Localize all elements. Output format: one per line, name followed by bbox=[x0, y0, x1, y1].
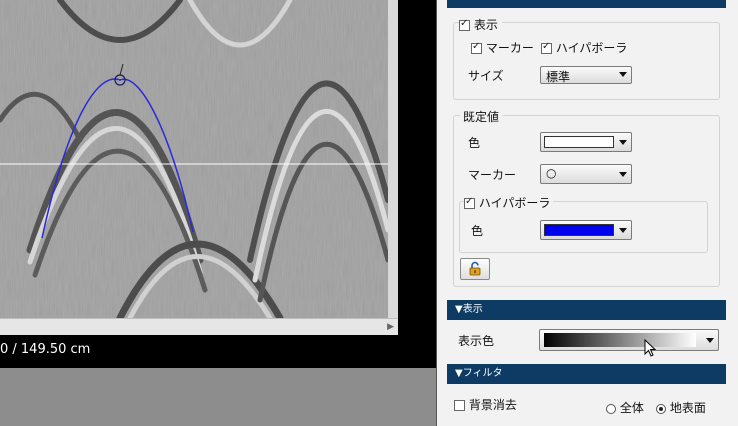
radio-ground[interactable] bbox=[656, 403, 666, 414]
status-area bbox=[0, 368, 436, 426]
horizontal-scrollbar[interactable]: ▶ bbox=[0, 318, 398, 335]
display-label: 表示 bbox=[473, 18, 498, 32]
color-swatch bbox=[544, 136, 614, 148]
radio-all-label: 全体 bbox=[619, 401, 644, 415]
chevron-down-icon bbox=[706, 338, 714, 343]
filter-section-header[interactable]: ▼フィルタ bbox=[447, 364, 726, 384]
chevron-down-icon bbox=[619, 172, 627, 177]
display-group bbox=[453, 22, 720, 100]
display-color-label: 表示色 bbox=[458, 334, 495, 348]
hyperbola-color-dropdown[interactable] bbox=[540, 220, 632, 240]
vertical-scrollbar[interactable] bbox=[388, 0, 398, 318]
radio-all[interactable] bbox=[606, 403, 616, 414]
marker-label: マーカー bbox=[485, 41, 534, 55]
default-hyperbola-label: ハイパボーラ bbox=[478, 196, 551, 210]
radio-all-row[interactable]: 全体 bbox=[606, 399, 644, 416]
colormap-dropdown[interactable] bbox=[539, 329, 719, 351]
color-label: 色 bbox=[468, 136, 481, 150]
size-value: 標準 bbox=[546, 70, 571, 84]
hyperbola-checkbox-row[interactable]: ハイパボーラ bbox=[541, 39, 627, 56]
background-removal-checkbox[interactable] bbox=[454, 400, 465, 411]
colormap-gradient bbox=[544, 333, 696, 347]
color-dropdown[interactable] bbox=[540, 132, 632, 152]
display-section-header[interactable]: ▼表示 bbox=[447, 300, 726, 320]
chevron-down-icon bbox=[619, 140, 627, 145]
marker-shape-value: ○ bbox=[546, 166, 557, 180]
hyperbola-checkbox[interactable] bbox=[541, 41, 552, 54]
size-dropdown[interactable]: 標準 bbox=[540, 66, 632, 84]
marker-checkbox-row[interactable]: マーカー bbox=[471, 39, 534, 56]
size-label: サイズ bbox=[468, 69, 504, 83]
hyperbola-color-label: 色 bbox=[471, 224, 484, 238]
background-removal-row[interactable]: 背景消去 bbox=[454, 396, 517, 413]
defaults-group-label: 既定値 bbox=[460, 108, 503, 125]
marker-checkbox[interactable] bbox=[471, 41, 482, 54]
unlock-icon bbox=[469, 261, 481, 276]
marker-section-header[interactable] bbox=[447, 0, 726, 8]
chevron-down-icon bbox=[619, 72, 627, 77]
radio-ground-row[interactable]: 地表面 bbox=[656, 399, 706, 416]
coordinate-readout: 0 / 149.50 cm bbox=[0, 342, 91, 357]
mouse-cursor-icon bbox=[644, 339, 657, 357]
radargram-canvas[interactable] bbox=[0, 0, 388, 318]
radargram-viewer[interactable]: ▶ 0 / 149.50 cm bbox=[0, 0, 436, 426]
hyperbola-label: ハイパボーラ bbox=[555, 41, 628, 55]
default-marker-label: マーカー bbox=[468, 168, 517, 182]
background-removal-label: 背景消去 bbox=[468, 398, 517, 412]
marker-shape-dropdown[interactable]: ○ bbox=[540, 164, 632, 184]
chevron-down-icon bbox=[619, 228, 627, 233]
display-checkbox[interactable] bbox=[459, 18, 470, 31]
scroll-right-icon[interactable]: ▶ bbox=[387, 322, 394, 332]
unlock-button[interactable] bbox=[460, 258, 490, 280]
default-hyperbola-row[interactable]: ハイパボーラ bbox=[464, 194, 554, 211]
default-hyperbola-checkbox[interactable] bbox=[464, 196, 475, 209]
display-checkbox-row[interactable]: 表示 bbox=[459, 16, 502, 33]
radio-ground-label: 地表面 bbox=[669, 401, 706, 415]
hyperbola-color-swatch bbox=[544, 224, 614, 236]
